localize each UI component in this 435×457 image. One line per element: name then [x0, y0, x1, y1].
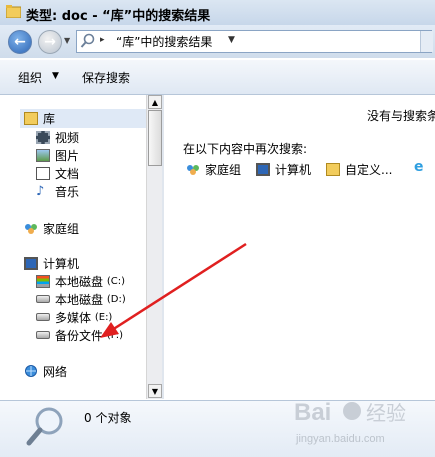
drive-name: 本地磁盘 [55, 274, 104, 289]
drive-icon [36, 295, 50, 303]
scroll-thumb[interactable] [148, 110, 162, 166]
drive-name: 多媒体 [55, 310, 92, 325]
no-results-message: 没有与搜索条 [367, 109, 435, 123]
document-icon [36, 166, 50, 180]
arrow-left-icon: ← [14, 34, 26, 50]
drive-name: 本地磁盘 [55, 292, 104, 307]
pane-splitter[interactable] [162, 95, 164, 399]
recent-pages-dropdown[interactable]: ▼ [64, 36, 70, 45]
search-location-computer[interactable]: 计算机 [256, 161, 311, 178]
organize-button[interactable]: 组织 [18, 69, 42, 86]
chevron-down-icon[interactable]: ▼ [52, 71, 59, 81]
save-search-button[interactable]: 保存搜索 [82, 69, 130, 86]
nav-item-label: 图片 [55, 148, 80, 163]
drive-letter: (F:) [106, 329, 123, 341]
drive-letter: (C:) [106, 275, 125, 287]
nav-item-label: 文档 [55, 166, 80, 181]
drive-letter: (E:) [94, 311, 113, 323]
forward-button[interactable]: → [38, 30, 62, 54]
nav-item-computer[interactable]: 计算机 [24, 254, 79, 272]
nav-item-library[interactable]: 库 [24, 109, 55, 127]
location-label: 计算机 [275, 163, 312, 177]
search-icon [24, 404, 68, 448]
nav-item-label: 计算机 [43, 256, 80, 271]
nav-item-drive-f[interactable]: 备份文件 (F:) [36, 326, 123, 344]
drive-name: 备份文件 [55, 328, 104, 343]
scroll-up-icon[interactable]: ▲ [148, 95, 162, 109]
homegroup-icon [24, 222, 38, 235]
nav-item-pictures[interactable]: 图片 [36, 146, 79, 164]
nav-item-drive-c[interactable]: 本地磁盘 (C:) [36, 272, 125, 290]
nav-item-network[interactable]: 网络 [24, 362, 67, 380]
library-icon [24, 111, 38, 125]
nav-item-label: 家庭组 [43, 221, 80, 236]
address-dropdown-icon[interactable]: ▼ [228, 35, 235, 45]
svg-text:jingyan.baidu.com: jingyan.baidu.com [295, 433, 385, 445]
svg-text:经验: 经验 [366, 401, 406, 425]
back-button[interactable]: ← [8, 30, 32, 54]
nav-item-documents[interactable]: 文档 [36, 164, 79, 182]
arrow-right-icon: → [44, 34, 56, 50]
nav-item-music[interactable]: ♪ 音乐 [36, 182, 79, 200]
nav-item-drive-d[interactable]: 本地磁盘 (D:) [36, 290, 126, 308]
computer-icon [256, 163, 270, 176]
nav-item-label: 视频 [55, 130, 80, 145]
nav-item-label: 库 [43, 111, 56, 126]
video-icon [36, 130, 50, 144]
drive-letter: (D:) [106, 293, 126, 305]
music-icon: ♪ [36, 183, 45, 199]
drive-icon [36, 313, 50, 321]
nav-item-homegroup[interactable]: 家庭组 [24, 219, 79, 237]
search-location-internet[interactable]: e [414, 159, 433, 175]
location-label: 自定义... [345, 163, 393, 177]
system-drive-icon [36, 274, 50, 288]
nav-item-label: 网络 [43, 364, 68, 379]
folder-icon [5, 5, 22, 19]
scroll-down-icon[interactable]: ▼ [148, 384, 162, 398]
breadcrumb-separator-icon[interactable]: ▸ [100, 35, 105, 45]
nav-item-videos[interactable]: 视频 [36, 128, 79, 146]
drive-icon [36, 331, 50, 339]
breadcrumb[interactable]: “库”中的搜索结果 [116, 33, 212, 50]
window-title: 类型: doc - “库”中的搜索结果 [26, 9, 211, 24]
picture-icon [36, 148, 50, 162]
search-location-homegroup[interactable]: 家庭组 [186, 161, 241, 178]
item-count: 0 个对象 [84, 411, 132, 425]
computer-icon [24, 256, 38, 270]
command-bar [0, 60, 435, 95]
address-bar-end [420, 31, 433, 52]
network-icon [24, 364, 38, 378]
nav-item-label: 音乐 [55, 184, 80, 199]
internet-explorer-icon: e [414, 159, 424, 175]
search-location-custom[interactable]: 自定义... [326, 161, 392, 178]
search-icon [80, 33, 96, 53]
watermark-logo: Bai 经验 jingyan.baidu.com [288, 392, 434, 454]
svg-text:Bai: Bai [294, 399, 331, 426]
homegroup-icon [186, 163, 200, 176]
search-again-label: 在以下内容中再次搜索: [183, 142, 308, 156]
nav-item-drive-e[interactable]: 多媒体 (E:) [36, 308, 112, 326]
custom-folder-icon [326, 163, 340, 176]
location-label: 家庭组 [205, 163, 242, 177]
